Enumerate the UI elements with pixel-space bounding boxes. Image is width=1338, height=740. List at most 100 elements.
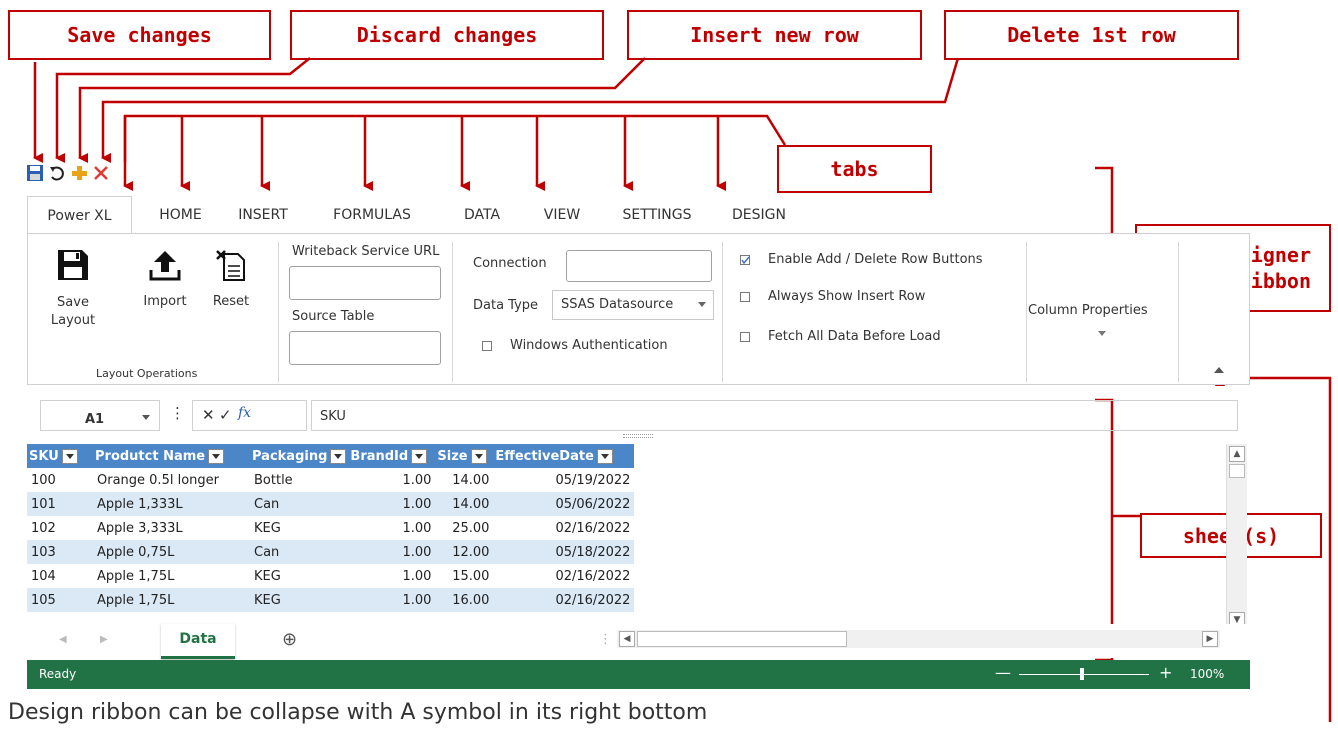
- filter-icon[interactable]: [596, 448, 613, 464]
- cell[interactable]: 02/16/2022: [493, 588, 635, 612]
- cell[interactable]: Can: [250, 492, 349, 516]
- next-sheet-icon[interactable]: ▶: [100, 634, 108, 645]
- scroll-left-button[interactable]: ◀: [619, 631, 635, 647]
- filter-icon[interactable]: [61, 448, 78, 464]
- cancel-icon[interactable]: ✕: [202, 406, 215, 424]
- writeback-service-url-input[interactable]: [289, 266, 441, 300]
- tab-view[interactable]: VIEW: [527, 196, 597, 234]
- tab-settings[interactable]: SETTINGS: [607, 196, 707, 234]
- save-changes-button[interactable]: [26, 164, 44, 187]
- reset-document-icon: [216, 250, 245, 281]
- sheet-tab-data[interactable]: Data: [161, 624, 235, 659]
- cell[interactable]: Apple 1,75L: [93, 588, 250, 612]
- scroll-up-button[interactable]: ▲: [1229, 446, 1245, 462]
- zoom-slider[interactable]: [1019, 668, 1149, 680]
- scroll-thumb[interactable]: [1229, 464, 1245, 478]
- cell[interactable]: 1.00: [348, 492, 436, 516]
- cell[interactable]: 1.00: [348, 540, 436, 564]
- insert-new-row-button[interactable]: [70, 164, 88, 187]
- column-header: SKU: [27, 444, 93, 468]
- cell[interactable]: 14.00: [435, 492, 494, 516]
- cell[interactable]: 100: [27, 468, 93, 492]
- cell[interactable]: 25.00: [435, 516, 493, 540]
- formula-input[interactable]: SKU: [311, 400, 1238, 431]
- function-icon[interactable]: fx: [238, 405, 251, 421]
- cell[interactable]: Orange 0.5l longer: [93, 468, 250, 492]
- tab-home[interactable]: HOME: [143, 196, 218, 234]
- cell[interactable]: KEG: [250, 516, 348, 540]
- add-sheet-icon[interactable]: ⊕: [282, 629, 297, 650]
- cell[interactable]: KEG: [250, 564, 348, 588]
- status-bar: Ready — + 100%: [27, 660, 1250, 689]
- zoom-in-icon[interactable]: +: [1159, 663, 1172, 682]
- always-show-insert-checkbox[interactable]: [740, 292, 750, 302]
- more-options-icon[interactable]: ⋮: [170, 404, 185, 422]
- cell[interactable]: 105: [27, 588, 93, 612]
- cell[interactable]: Apple 3,333L: [93, 516, 250, 540]
- cell[interactable]: 102: [27, 516, 93, 540]
- collapse-ribbon-icon[interactable]: [1214, 367, 1224, 373]
- tab-data[interactable]: DATA: [447, 196, 517, 234]
- cell[interactable]: Can: [250, 540, 349, 564]
- confirm-icon[interactable]: ✓: [219, 406, 232, 424]
- cell[interactable]: 1.00: [348, 588, 436, 612]
- zoom-out-icon[interactable]: —: [995, 663, 1011, 682]
- filter-icon[interactable]: [411, 448, 428, 464]
- save-layout-button[interactable]: Save Layout: [48, 248, 98, 330]
- ribbon-separator: [1026, 242, 1027, 382]
- filter-icon[interactable]: [208, 448, 225, 464]
- column-properties-button[interactable]: Column Properties: [1028, 300, 1173, 350]
- discard-changes-button[interactable]: [48, 164, 66, 187]
- delete-first-row-button[interactable]: [92, 164, 110, 187]
- zoom-slider-thumb[interactable]: [1080, 668, 1084, 680]
- cell[interactable]: 14.00: [435, 468, 493, 492]
- cell[interactable]: Apple 1,75L: [93, 564, 250, 588]
- cell[interactable]: Apple 0,75L: [93, 540, 250, 564]
- splitter-grip[interactable]: [623, 434, 653, 438]
- cell[interactable]: 1.00: [348, 564, 435, 588]
- cell[interactable]: 05/19/2022: [493, 468, 634, 492]
- scroll-right-button[interactable]: ▶: [1202, 631, 1218, 647]
- always-show-insert-label: Always Show Insert Row: [768, 289, 926, 304]
- tab-splitter-icon[interactable]: ⋮: [599, 632, 612, 647]
- ribbon-separator: [722, 242, 723, 382]
- cell[interactable]: 101: [27, 492, 93, 516]
- cell[interactable]: 1.00: [348, 468, 435, 492]
- cell[interactable]: Bottle: [250, 468, 348, 492]
- cell[interactable]: KEG: [250, 588, 349, 612]
- ribbon-separator: [1178, 242, 1179, 382]
- windows-authentication-checkbox[interactable]: [482, 341, 492, 351]
- connection-input[interactable]: [566, 250, 712, 282]
- tab-insert[interactable]: INSERT: [223, 196, 303, 234]
- cell[interactable]: 05/06/2022: [493, 492, 635, 516]
- fetch-all-checkbox[interactable]: [740, 332, 750, 342]
- name-box[interactable]: A1: [40, 400, 160, 431]
- tab-design[interactable]: DESIGN: [719, 196, 799, 234]
- vertical-scrollbar[interactable]: ▲ ▼: [1226, 444, 1247, 634]
- horizontal-scroll-thumb[interactable]: [637, 631, 847, 647]
- cell[interactable]: 16.00: [435, 588, 494, 612]
- cell[interactable]: 15.00: [435, 564, 493, 588]
- table-row: 105 Apple 1,75L KEG 1.00 16.00 02/16/2022: [27, 588, 635, 612]
- cell[interactable]: 104: [27, 564, 93, 588]
- filter-icon[interactable]: [330, 448, 347, 464]
- import-button[interactable]: Import: [140, 248, 190, 309]
- enable-add-delete-checkbox[interactable]: [740, 255, 750, 265]
- tab-power-xl[interactable]: Power XL: [27, 196, 132, 235]
- cell[interactable]: 103: [27, 540, 93, 564]
- prev-sheet-icon[interactable]: ◀: [59, 634, 67, 645]
- tab-formulas[interactable]: FORMULAS: [317, 196, 427, 234]
- cell[interactable]: Apple 1,333L: [93, 492, 250, 516]
- cell[interactable]: 1.00: [348, 516, 435, 540]
- cell[interactable]: 05/18/2022: [493, 540, 635, 564]
- cell[interactable]: 02/16/2022: [493, 516, 634, 540]
- cell[interactable]: 02/16/2022: [493, 564, 634, 588]
- ribbon-separator: [278, 242, 279, 382]
- import-label: Import: [143, 294, 187, 309]
- horizontal-scrollbar[interactable]: ◀ ▶: [617, 630, 1220, 648]
- cell[interactable]: 12.00: [435, 540, 494, 564]
- data-type-select[interactable]: SSAS Datasource: [552, 290, 714, 320]
- filter-icon[interactable]: [470, 448, 487, 464]
- source-table-input[interactable]: [289, 331, 441, 365]
- reset-button[interactable]: Reset: [206, 248, 256, 309]
